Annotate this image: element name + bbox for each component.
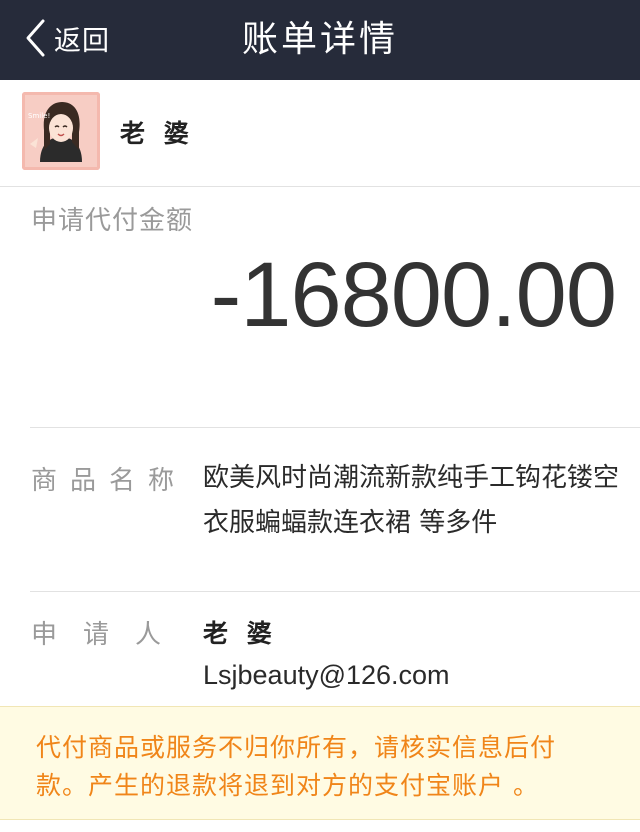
product-name-value: 欧美风时尚潮流新款纯手工钩花镂空衣服蝙蝠款连衣裙 等多件 — [203, 463, 620, 538]
amount-label: 申请代付金额 — [31, 206, 194, 236]
avatar-girl-illustration-icon: Smile! — [22, 92, 100, 170]
applicant-label: 申请人 — [31, 620, 188, 650]
warning-notice: 代付商品或服务不归你所有，请核实信息后付款。产生的退款将退到对方的支付宝账户 。 — [0, 706, 640, 820]
applicant-email: Lsjbeauty@126.com — [203, 660, 450, 690]
back-label: 返回 — [54, 25, 110, 57]
applicant-name: 老 婆 — [203, 619, 277, 648]
avatar[interactable]: Smile! — [22, 92, 100, 170]
svg-text:Smile!: Smile! — [28, 112, 50, 120]
divider — [30, 427, 640, 428]
warning-notice-text: 代付商品或服务不归你所有，请核实信息后付款。产生的退款将退到对方的支付宝账户 。 — [36, 733, 557, 800]
back-button[interactable]: 返回 — [24, 14, 110, 62]
payer-profile: Smile! 老 婆 — [0, 80, 640, 187]
divider — [30, 591, 640, 592]
product-name-label: 商品名称 — [31, 466, 188, 496]
payer-name: 老 婆 — [120, 119, 194, 148]
amount-value: -16800.00 — [210, 244, 617, 346]
top-navigation-bar: 返回 账单详情 — [0, 0, 640, 80]
chevron-left-icon — [26, 19, 45, 57]
